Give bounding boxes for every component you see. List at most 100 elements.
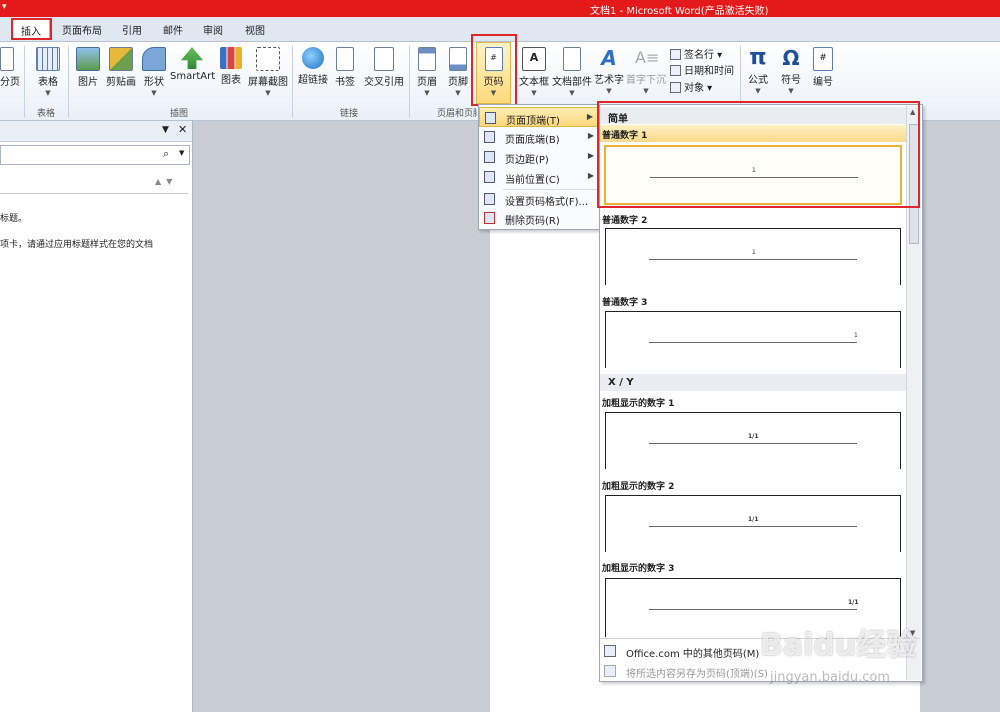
quick-parts-icon <box>563 47 581 71</box>
search-icon[interactable]: ⌕ <box>163 147 169 161</box>
textbox-icon: A <box>522 47 546 71</box>
gallery-item-bold-number-1[interactable]: 1/1 <box>605 412 901 469</box>
save-selection-icon <box>604 665 616 677</box>
gallery-section-header: X / Y <box>600 374 906 391</box>
footer-button[interactable]: 页脚 ▼ <box>446 47 470 97</box>
office-online-icon <box>604 645 616 657</box>
title-bar: ▾ 文档1 - Microsoft Word(产品激活失败) <box>0 0 1000 17</box>
gallery-item-plain-number-3[interactable]: 1 <box>605 311 901 368</box>
page-top-icon <box>485 112 496 124</box>
chevron-down-icon: ▼ <box>569 89 575 97</box>
baidu-watermark-url: jingyan.baidu.com <box>770 670 890 685</box>
gallery-item-label: 加粗显示的数字 3 <box>602 564 675 574</box>
chevron-down-icon: ▼ <box>265 89 271 97</box>
object-button[interactable]: 对象 ▾ <box>670 79 712 94</box>
wordart-icon: A <box>601 46 617 70</box>
chevron-down-icon: ▼ <box>424 89 430 97</box>
equation-icon: π <box>749 45 767 70</box>
chevron-right-icon: ▶ <box>587 171 594 180</box>
signature-line-icon <box>670 49 681 60</box>
chevron-down-icon: ▼ <box>606 87 612 95</box>
gallery-item-plain-number-2[interactable]: 1 <box>605 228 901 285</box>
chevron-right-icon: ▶ <box>587 151 594 160</box>
nav-prev-next-icons[interactable]: ▲ ▼ <box>155 177 172 186</box>
symbol-icon: Ω <box>782 46 800 70</box>
tab-view[interactable]: 视图 <box>245 22 265 37</box>
cross-reference-icon <box>374 47 394 71</box>
tab-page-layout[interactable]: 页面布局 <box>62 22 102 37</box>
gallery-item-label: 普通数字 3 <box>602 298 648 308</box>
group-label-table: 表格 <box>37 109 56 119</box>
drop-cap-icon: A≡ <box>635 48 660 67</box>
picture-icon <box>76 47 100 71</box>
date-time-icon <box>670 65 681 76</box>
hyperlink-icon <box>302 47 324 69</box>
group-label-links: 链接 <box>340 109 359 119</box>
close-icon[interactable]: ✕ <box>178 123 187 136</box>
quick-parts-button[interactable]: 文档部件 ▼ <box>551 47 593 97</box>
footer-icon <box>449 47 467 71</box>
navigation-hint-text-2: 项卡，请通过应用标题样式在您的文档 <box>0 240 154 250</box>
menu-item-page-margins[interactable]: 页边距(P) ▶ <box>479 147 599 167</box>
chevron-down-icon: ▼ <box>45 89 51 97</box>
menu-item-bottom-of-page[interactable]: 页面底端(B) ▶ <box>479 127 599 147</box>
object-icon <box>670 82 681 93</box>
date-time-button[interactable]: 日期和时间 <box>670 62 734 77</box>
pane-options-icon[interactable]: ▼ <box>162 125 169 135</box>
page-break-icon <box>0 47 14 71</box>
tab-review[interactable]: 审阅 <box>203 22 223 37</box>
clipart-icon <box>109 47 133 71</box>
page-bottom-icon <box>484 131 495 143</box>
hyperlink-button[interactable]: 超链接 <box>296 47 330 86</box>
navigation-pane-header: ▼ ✕ <box>0 121 192 142</box>
chevron-down-icon: ▼ <box>531 89 537 97</box>
gallery-highlight-box <box>597 101 920 208</box>
chart-button[interactable]: 图表 <box>218 47 244 86</box>
chevron-down-icon[interactable]: ▼ <box>179 149 184 157</box>
gallery-item-bold-number-2[interactable]: 1/1 <box>605 495 901 552</box>
cross-reference-button[interactable]: 交叉引用 <box>362 47 406 88</box>
menu-item-remove-page-numbers[interactable]: 删除页码(R) <box>479 208 599 228</box>
number-button[interactable]: # 编号 <box>810 47 836 88</box>
chart-icon <box>220 47 242 69</box>
format-page-number-icon <box>484 193 495 205</box>
equation-button[interactable]: π 公式 ▼ <box>744 45 772 96</box>
current-position-icon <box>484 171 495 183</box>
tab-highlight-box <box>11 18 52 40</box>
gallery-item-label: 加粗显示的数字 2 <box>602 482 675 492</box>
page-margins-icon <box>484 151 495 163</box>
navigation-pane: ▼ ✕ ⌕ ▼ ▲ ▼ 标题。 项卡，请通过应用标题样式在您的文档 <box>0 121 193 712</box>
textbox-button[interactable]: A 文本框 ▼ <box>518 47 550 97</box>
shapes-icon <box>142 47 166 71</box>
header-button[interactable]: 页眉 ▼ <box>414 47 440 97</box>
group-label-illustrations: 插图 <box>170 109 189 119</box>
menu-item-format-page-numbers[interactable]: 设置页码格式(F)... <box>479 189 599 209</box>
navigation-search-input[interactable]: ⌕ ▼ <box>0 145 190 165</box>
smartart-button[interactable]: SmartArt <box>170 47 215 82</box>
chevron-right-icon: ▶ <box>586 112 593 121</box>
shapes-button[interactable]: 形状 ▼ <box>140 47 168 97</box>
gallery-item-label: 加粗显示的数字 1 <box>602 399 675 409</box>
signature-line-button[interactable]: 签名行 ▾ <box>670 46 722 61</box>
page-break-button[interactable]: 分页 <box>0 47 20 88</box>
page-number-highlight-box <box>471 34 517 106</box>
chevron-down-icon: ▼ <box>151 89 157 97</box>
smartart-icon <box>181 47 203 69</box>
drop-cap-button[interactable]: A≡ 首字下沉 ▼ <box>625 47 667 95</box>
tab-mailings[interactable]: 邮件 <box>163 22 183 37</box>
picture-button[interactable]: 图片 <box>74 47 102 88</box>
table-button[interactable]: 表格 ▼ <box>32 47 64 97</box>
group-label-header-footer: 页眉和页脚 <box>437 109 477 119</box>
symbol-button[interactable]: Ω 符号 ▼ <box>777 47 805 95</box>
screenshot-button[interactable]: 屏幕截图 ▼ <box>246 47 290 97</box>
bookmark-button[interactable]: 书签 <box>333 47 357 88</box>
navigation-hint-text: 标题。 <box>0 214 28 224</box>
wordart-button[interactable]: A 艺术字 ▼ <box>594 47 624 95</box>
menu-item-current-position[interactable]: 当前位置(C) ▶ <box>479 167 599 187</box>
header-icon <box>418 47 436 71</box>
quick-access-menu-icon[interactable]: ▾ <box>2 2 13 13</box>
tab-references[interactable]: 引用 <box>122 22 142 37</box>
clipart-button[interactable]: 剪贴画 <box>104 47 138 88</box>
chevron-down-icon: ▼ <box>788 87 794 95</box>
menu-item-top-of-page[interactable]: 页面顶端(T) ▶ <box>479 107 599 127</box>
